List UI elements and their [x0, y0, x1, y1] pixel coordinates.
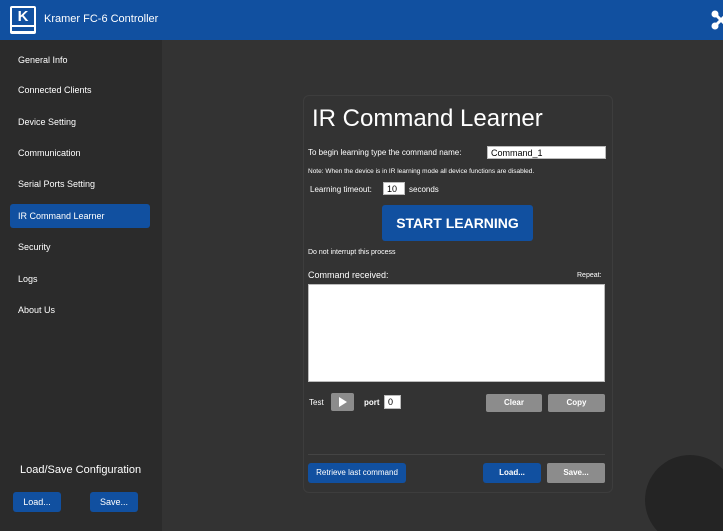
panel-divider	[308, 454, 605, 455]
port-input[interactable]: 0	[384, 395, 401, 409]
sidebar-item-communication[interactable]: Communication	[10, 141, 150, 165]
top-bar: K Kramer FC-6 Controller	[0, 0, 723, 40]
timeout-unit: seconds	[409, 185, 439, 194]
learning-mode-note: Note: When the device is in IR learning …	[308, 168, 535, 175]
port-label: port	[364, 398, 380, 407]
sidebar-item-logs[interactable]: Logs	[10, 267, 150, 291]
kramer-logo: K	[10, 6, 36, 34]
load-button[interactable]: Load...	[483, 463, 541, 483]
sidebar-item-about-us[interactable]: About Us	[10, 298, 150, 322]
config-load-button[interactable]: Load...	[13, 492, 61, 512]
sidebar-item-security[interactable]: Security	[10, 235, 150, 259]
sidebar-item-device-setting[interactable]: Device Setting	[10, 110, 150, 134]
page-title: IR Command Learner	[312, 105, 543, 132]
command-name-label: To begin learning type the command name:	[308, 148, 462, 157]
start-learning-button[interactable]: START LEARNING	[382, 205, 533, 241]
sidebar-item-general-info[interactable]: General Info	[10, 48, 150, 72]
timeout-input[interactable]: 10	[383, 182, 405, 195]
timeout-label: Learning timeout:	[310, 185, 372, 194]
save-button[interactable]: Save...	[547, 463, 605, 483]
command-received-textarea[interactable]	[308, 284, 605, 382]
logo-letter: K	[12, 8, 34, 25]
config-save-button[interactable]: Save...	[90, 492, 138, 512]
sidebar: General Info Connected Clients Device Se…	[0, 40, 162, 531]
repeat-label: Repeat:	[577, 272, 602, 279]
interrupt-note: Do not interrupt this process	[308, 249, 396, 256]
clear-button[interactable]: Clear	[486, 394, 542, 412]
command-received-label: Command received:	[308, 270, 389, 280]
play-icon[interactable]	[331, 393, 354, 411]
app-title: Kramer FC-6 Controller	[44, 13, 159, 25]
retrieve-last-command-button[interactable]: Retrieve last command	[308, 463, 406, 483]
copy-button[interactable]: Copy	[548, 394, 605, 412]
test-label: Test	[309, 398, 324, 407]
sidebar-item-connected-clients[interactable]: Connected Clients	[10, 78, 150, 102]
sidebar-item-ir-command-learner[interactable]: IR Command Learner	[10, 204, 150, 228]
config-heading: Load/Save Configuration	[20, 464, 142, 476]
close-icon[interactable]	[709, 8, 723, 32]
sidebar-item-serial-ports-setting[interactable]: Serial Ports Setting	[10, 172, 150, 196]
command-name-input[interactable]: Command_1	[487, 146, 606, 159]
